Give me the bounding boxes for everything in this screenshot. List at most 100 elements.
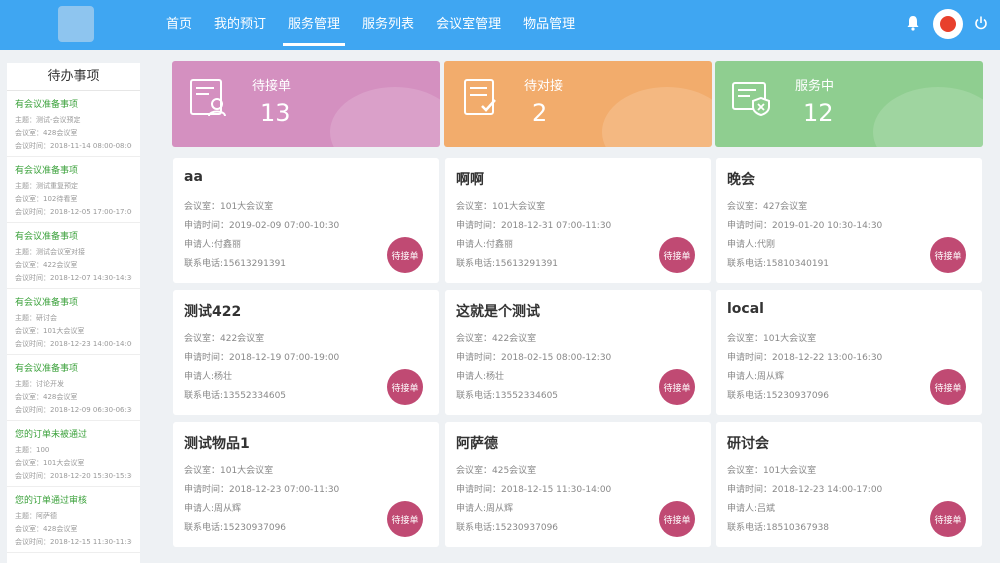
card-room: 会议室：422会议室 [456, 334, 537, 344]
nav-item-meeting-room-management[interactable]: 会议室管理 [425, 0, 512, 50]
card-title: 研讨会 [727, 436, 769, 452]
service-card[interactable]: 啊啊 会议室：101大会议室 申请时间：2018-12-31 07:00-11:… [445, 158, 711, 283]
accept-order-button[interactable]: 待接单 [387, 501, 423, 537]
todo-item-time: 会议时间：2018-11-14 08:00-08:00 [15, 142, 132, 150]
todo-item-time: 会议时间：2018-12-05 17:00-17:00 [15, 208, 132, 216]
todo-item[interactable]: 有会议准备事项 主题：测试会议室对接 会议室：422会议室 会议时间：2018-… [7, 223, 140, 289]
card-applicant: 申请人:杨壮 [184, 372, 233, 382]
todo-item[interactable]: 您的订单未被通过 主题：100 会议室：101大会议室 会议时间：2018-12… [7, 421, 140, 487]
accept-order-button[interactable]: 待接单 [387, 369, 423, 405]
stat-card-decoration [330, 87, 440, 147]
card-room: 会议室：101大会议室 [184, 202, 274, 212]
accept-order-button[interactable]: 待接单 [930, 501, 966, 537]
card-title: 测试422 [184, 304, 242, 320]
card-room: 会议室：101大会议室 [184, 466, 274, 476]
card-title: 晚会 [727, 172, 755, 188]
card-title: 阿萨德 [456, 436, 498, 452]
card-time: 申请时间：2018-12-23 07:00-11:30 [184, 485, 340, 495]
todo-item-title: 有会议准备事项 [15, 100, 79, 110]
todo-item-title: 您的订单未被通过 [15, 430, 88, 440]
todo-item-topic: 主题：讨论开发 [15, 380, 64, 388]
stat-card-pending-accept[interactable]: 待接单 13 [172, 61, 440, 147]
stat-value: 2 [532, 99, 548, 127]
card-time: 申请时间：2018-12-31 07:00-11:30 [456, 221, 612, 231]
accept-order-button[interactable]: 待接单 [387, 237, 423, 273]
card-applicant: 申请人:周从辉 [184, 504, 242, 514]
stat-label: 待接单 [252, 79, 292, 94]
card-phone: 联系电话:18510367938 [727, 523, 830, 533]
card-phone: 联系电话:15230937096 [727, 391, 830, 401]
card-applicant: 申请人:周从辉 [456, 504, 514, 514]
nav-item-item-management[interactable]: 物品管理 [512, 0, 586, 50]
order-form-icon [185, 74, 231, 120]
card-title: aa [184, 169, 203, 185]
card-phone: 联系电话:15810340191 [727, 259, 830, 269]
nav-item-service-list[interactable]: 服务列表 [351, 0, 425, 50]
todo-item-title: 您的订单通过审核 [15, 496, 88, 506]
todo-item-room: 会议室：101大会议室 [15, 459, 85, 467]
service-card[interactable]: 阿萨德 会议室：425会议室 申请时间：2018-12-15 11:30-14:… [445, 422, 711, 547]
card-title: 测试物品1 [184, 436, 250, 452]
card-applicant: 申请人:周从辉 [727, 372, 785, 382]
card-phone: 联系电话:15230937096 [456, 523, 559, 533]
stat-label: 待对接 [524, 79, 564, 94]
power-icon[interactable] [974, 15, 988, 31]
todo-item-time: 会议时间：2018-12-23 14:00-14:00 [15, 340, 132, 348]
card-time: 申请时间：2018-12-19 07:00-19:00 [184, 353, 340, 363]
todo-item-room: 会议室：101大会议室 [15, 327, 85, 335]
avatar-image [940, 16, 956, 32]
accept-order-button[interactable]: 待接单 [659, 237, 695, 273]
card-applicant: 申请人:付鑫丽 [456, 240, 514, 250]
todo-item-time: 会议时间：2018-12-07 14:30-14:30 [15, 274, 132, 282]
stat-card-decoration [873, 87, 983, 147]
card-phone: 联系电话:15230937096 [184, 523, 287, 533]
accept-order-button[interactable]: 待接单 [930, 369, 966, 405]
todo-item-room: 会议室：428会议室 [15, 129, 78, 137]
stat-card-in-service[interactable]: 服务中 12 [715, 61, 983, 147]
nav-item-my-bookings[interactable]: 我的预订 [203, 0, 277, 50]
todo-item[interactable]: 有会议准备事项 主题：讨论开发 会议室：428会议室 会议时间：2018-12-… [7, 355, 140, 421]
todo-item-time: 会议时间：2018-12-09 06:30-06:30 [15, 406, 132, 414]
service-card[interactable]: 这就是个测试 会议室：422会议室 申请时间：2018-02-15 08:00-… [445, 290, 711, 415]
card-applicant: 申请人:吕斌 [727, 504, 776, 514]
todo-item-room: 会议室：422会议室 [15, 261, 78, 269]
checklist-icon [457, 74, 503, 120]
card-time: 申请时间：2018-12-15 11:30-14:00 [456, 485, 612, 495]
card-room: 会议室：101大会议室 [727, 334, 817, 344]
card-time: 申请时间：2018-12-22 13:00-16:30 [727, 353, 883, 363]
stat-value: 13 [260, 99, 291, 127]
service-card[interactable]: 测试422 会议室：422会议室 申请时间：2018-12-19 07:00-1… [173, 290, 439, 415]
bell-icon[interactable] [906, 15, 920, 31]
todo-item-topic: 主题：阿萨德 [15, 512, 57, 520]
todo-item[interactable]: 您的订单通过审核 主题：阿萨德 会议室：428会议室 会议时间：2018-12-… [7, 487, 140, 553]
stat-card-pending-connect[interactable]: 待对接 2 [444, 61, 712, 147]
service-card[interactable]: 晚会 会议室：427会议室 申请时间：2019-01-20 10:30-14:3… [716, 158, 982, 283]
nav-item-home[interactable]: 首页 [155, 0, 203, 50]
service-card[interactable]: 研讨会 会议室：101大会议室 申请时间：2018-12-23 14:00-17… [716, 422, 982, 547]
accept-order-button[interactable]: 待接单 [659, 369, 695, 405]
todo-item[interactable]: 有会议准备事项 主题：测试重复预定 会议室：102待看室 会议时间：2018-1… [7, 157, 140, 223]
service-card[interactable]: aa 会议室：101大会议室 申请时间：2019-02-09 07:00-10:… [173, 158, 439, 283]
todo-item[interactable]: 有会议准备事项 主题：研讨会 会议室：101大会议室 会议时间：2018-12-… [7, 289, 140, 355]
accept-order-button[interactable]: 待接单 [930, 237, 966, 273]
card-phone: 联系电话:13552334605 [456, 391, 559, 401]
card-applicant: 申请人:杨壮 [456, 372, 505, 382]
nav-item-service-management[interactable]: 服务管理 [277, 0, 351, 50]
service-card[interactable]: 测试物品1 会议室：101大会议室 申请时间：2018-12-23 07:00-… [173, 422, 439, 547]
todo-sidebar: 待办事项 有会议准备事项 主题：测试-会议预定 会议室：428会议室 会议时间：… [7, 63, 140, 563]
user-avatar[interactable] [933, 9, 963, 39]
accept-order-button[interactable]: 待接单 [659, 501, 695, 537]
todo-item-topic: 主题：测试-会议预定 [15, 116, 81, 124]
todo-item-title: 有会议准备事项 [15, 298, 79, 308]
todo-item-title: 有会议准备事项 [15, 232, 79, 242]
todo-item-time: 会议时间：2018-12-20 15:30-15:30 [15, 472, 132, 480]
todo-item[interactable]: 有会议准备事项 主题：测试-会议预定 会议室：428会议室 会议时间：2018-… [7, 91, 140, 157]
top-nav-bar: 首页 我的预订 服务管理 服务列表 会议室管理 物品管理 [0, 0, 1000, 50]
card-applicant: 申请人:付鑫丽 [184, 240, 242, 250]
service-card[interactable]: local 会议室：101大会议室 申请时间：2018-12-22 13:00-… [716, 290, 982, 415]
shield-card-icon [728, 74, 774, 120]
card-title: local [727, 301, 764, 317]
card-room: 会议室：101大会议室 [456, 202, 546, 212]
todo-item-topic: 主题：测试会议室对接 [15, 248, 85, 256]
todo-item-topic: 主题：研讨会 [15, 314, 57, 322]
